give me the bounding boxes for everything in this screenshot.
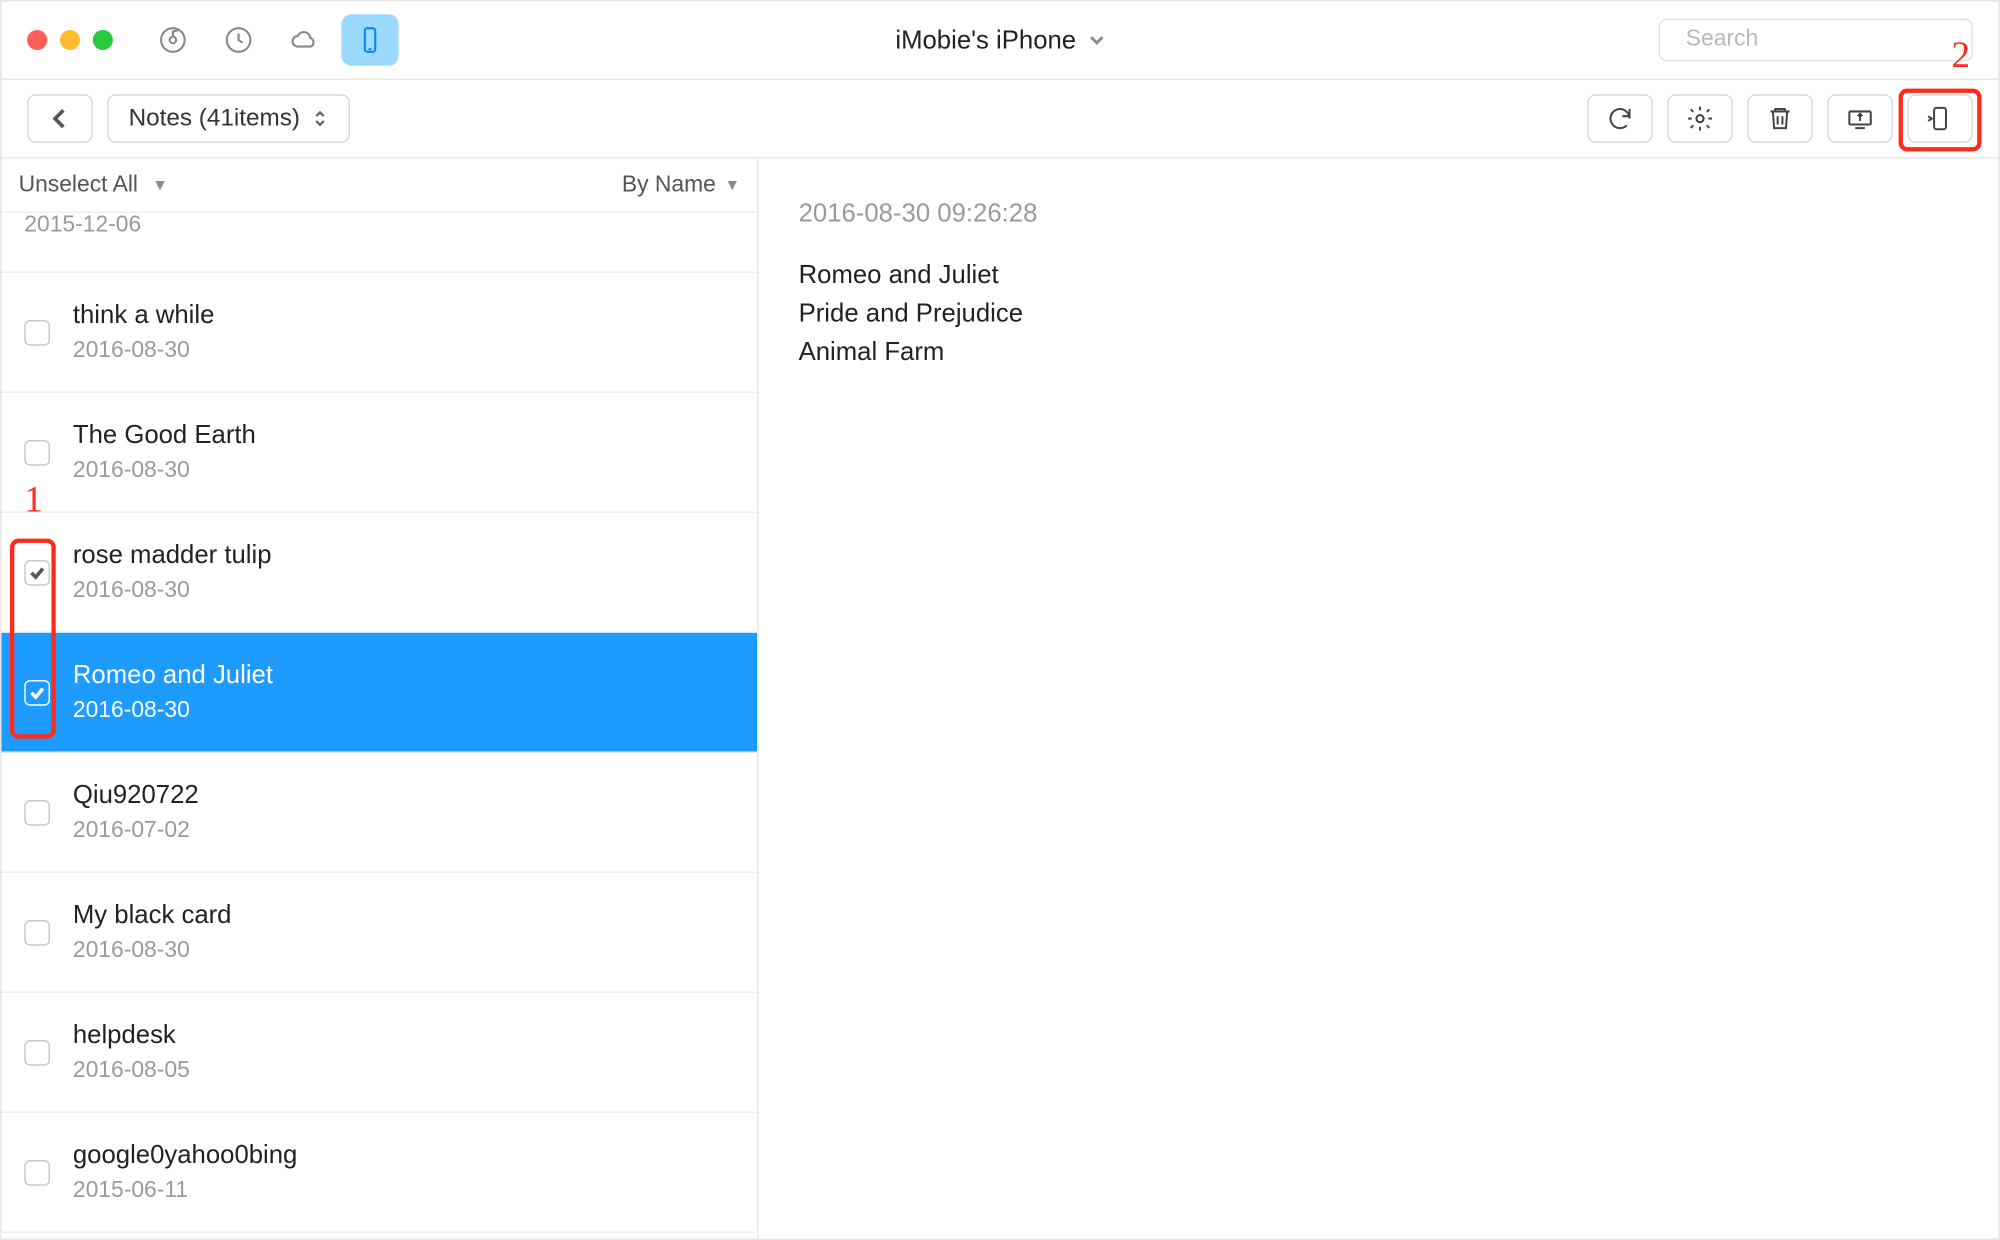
- note-title: rose madder tulip: [73, 540, 272, 570]
- notes-list: 2015-12-06think a while2016-08-30The Goo…: [1, 213, 757, 1239]
- category-dropdown[interactable]: Notes (41items): [107, 94, 350, 143]
- toolbar: Notes (41items) 2: [1, 80, 1998, 159]
- note-body-line: Animal Farm: [799, 337, 1959, 367]
- note-date: 2016-08-30: [73, 939, 232, 965]
- select-all-toggle[interactable]: Unselect All ▼: [19, 172, 168, 198]
- note-title: google0yahoo0bing: [73, 1140, 298, 1170]
- note-checkbox[interactable]: [24, 919, 50, 945]
- note-title: Romeo and Juliet: [73, 660, 273, 690]
- note-row[interactable]: think a while 2016-08-30: [1, 273, 757, 393]
- note-timestamp: 2016-08-30 09:26:28: [799, 199, 1959, 229]
- gear-icon: [1686, 104, 1715, 133]
- note-body-line: Romeo and Juliet: [799, 260, 1959, 290]
- minimize-window-button[interactable]: [60, 30, 80, 50]
- updown-icon: [311, 109, 328, 129]
- note-row[interactable]: google0yahoo0bing 2015-06-11: [1, 1113, 757, 1233]
- to-device-icon: [1926, 104, 1955, 133]
- to-computer-icon: [1846, 104, 1875, 133]
- note-checkbox[interactable]: [24, 319, 50, 345]
- note-title: helpdesk: [73, 1020, 190, 1050]
- device-title-dropdown[interactable]: iMobie's iPhone: [895, 25, 1104, 55]
- note-title: Qiu920722: [73, 780, 199, 810]
- note-row[interactable]: My black card 2016-08-30: [1, 873, 757, 993]
- to-device-button[interactable]: [1907, 94, 1973, 143]
- chevron-down-icon: [1088, 31, 1105, 48]
- window-controls: [27, 30, 113, 50]
- icloud-tab-icon[interactable]: [276, 14, 333, 65]
- titlebar: iMobie's iPhone: [1, 1, 1998, 80]
- itunes-tab-icon[interactable]: [144, 14, 201, 65]
- note-checkbox[interactable]: [24, 1159, 50, 1185]
- settings-button[interactable]: [1667, 94, 1733, 143]
- backup-tab-icon[interactable]: [210, 14, 267, 65]
- to-computer-button[interactable]: [1827, 94, 1893, 143]
- refresh-button[interactable]: [1587, 94, 1653, 143]
- caret-down-icon: ▼: [152, 176, 168, 193]
- note-date: 2016-07-02: [73, 819, 199, 845]
- note-title: think a while: [73, 300, 215, 330]
- note-date: 2016-08-05: [73, 1059, 190, 1085]
- device-title-text: iMobie's iPhone: [895, 25, 1076, 55]
- note-date: 2016-08-30: [73, 579, 272, 605]
- note-checkbox[interactable]: [24, 679, 50, 705]
- note-title: My black card: [73, 900, 232, 930]
- note-checkbox[interactable]: [24, 799, 50, 825]
- note-checkbox[interactable]: [24, 559, 50, 585]
- note-row[interactable]: The Good Earth 2016-08-30: [1, 393, 757, 513]
- note-checkbox[interactable]: [24, 439, 50, 465]
- trash-icon: [1766, 104, 1795, 133]
- note-row[interactable]: Romeo and Juliet 2016-08-30: [1, 633, 757, 753]
- note-date: 2015-06-11: [73, 1179, 298, 1205]
- chevron-left-icon: [50, 109, 70, 129]
- category-label: Notes (41items): [129, 104, 300, 133]
- back-button[interactable]: [27, 94, 93, 143]
- search-box[interactable]: [1659, 19, 1973, 62]
- note-date: 2016-08-30: [73, 339, 215, 365]
- caret-down-icon: ▼: [724, 176, 740, 193]
- sort-label: By Name: [622, 172, 716, 198]
- note-body-line: Pride and Prejudice: [799, 299, 1959, 329]
- note-title: The Good Earth: [73, 420, 256, 450]
- note-preview: 2016-08-30 09:26:28 Romeo and Juliet Prid…: [759, 159, 1999, 1239]
- note-checkbox[interactable]: [24, 1039, 50, 1065]
- note-row[interactable]: Qiu920722 2016-07-02: [1, 753, 757, 873]
- note-row[interactable]: rose madder tulip 2016-08-30: [1, 513, 757, 633]
- refresh-icon: [1606, 104, 1635, 133]
- note-date: 2016-08-30: [73, 699, 273, 725]
- note-date: 2015-12-06: [24, 213, 141, 239]
- zoom-window-button[interactable]: [93, 30, 113, 50]
- delete-button[interactable]: [1747, 94, 1813, 143]
- sort-dropdown[interactable]: By Name ▼: [622, 172, 740, 198]
- note-date: 2016-08-30: [73, 459, 256, 485]
- search-input[interactable]: [1686, 27, 1982, 53]
- note-row[interactable]: 2015-12-06: [1, 213, 757, 273]
- notes-sidebar: Unselect All ▼ By Name ▼ 2015-12-06 think…: [1, 159, 758, 1239]
- device-tab-icon[interactable]: [341, 14, 398, 65]
- close-window-button[interactable]: [27, 30, 47, 50]
- note-row[interactable]: helpdesk 2016-08-05: [1, 993, 757, 1113]
- select-all-label: Unselect All: [19, 172, 138, 198]
